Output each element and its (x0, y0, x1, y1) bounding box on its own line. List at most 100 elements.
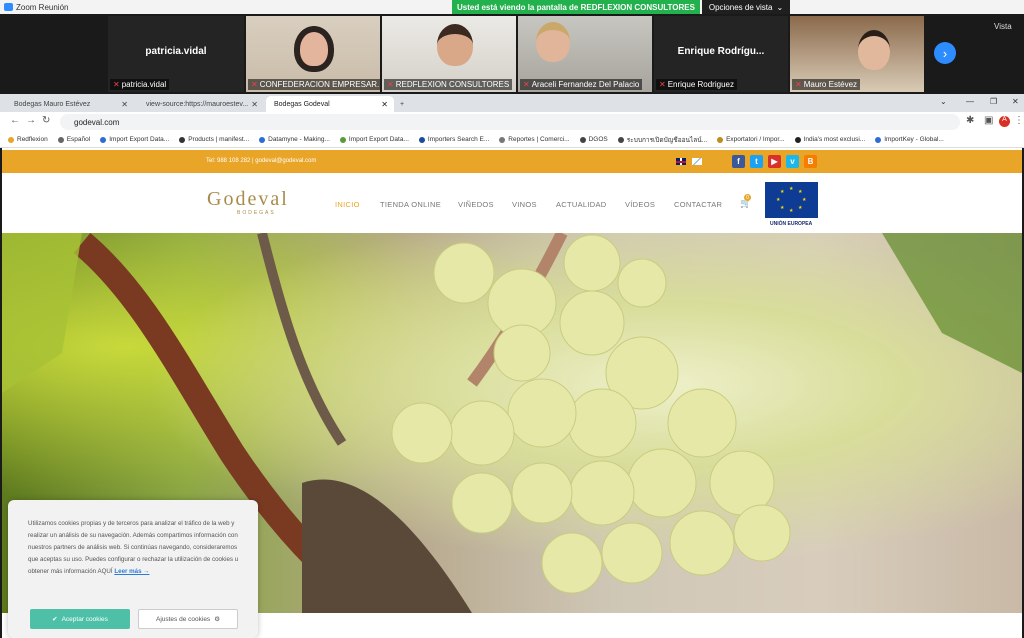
participant-tile[interactable]: Enrique Rodrígu... ✕ Enrique Rodriguez (654, 16, 788, 92)
bookmark-item[interactable]: India's most exclusi... (794, 136, 865, 143)
eu-label: UNIÓN EUROPEA (770, 221, 813, 227)
muted-mic-icon: ✕ (523, 80, 530, 89)
site-logo-sub: BODEGAS (237, 210, 276, 216)
settings-label: Ajustes de cookies (155, 615, 211, 623)
muted-mic-icon: ✕ (795, 80, 802, 89)
nav-videos[interactable]: VÍDEOS (625, 200, 655, 209)
blogger-icon[interactable]: B (804, 155, 817, 168)
read-more-link[interactable]: Leer más → (114, 568, 149, 575)
check-icon: ✔ (52, 616, 58, 623)
restore-icon[interactable]: ❐ (990, 97, 997, 106)
view-right-label: Vista (994, 22, 1012, 31)
gear-icon: ⚙ (214, 616, 221, 623)
bookmark-item[interactable]: Exportatori / Impor... (717, 136, 785, 143)
galician-flag-icon[interactable] (692, 158, 702, 165)
participant-tile[interactable]: patricia.vidal ✕ patricia.vidal (108, 16, 244, 92)
site-header: Godeval BODEGAS INICIO TIENDA ONLINE VIÑ… (2, 173, 1022, 233)
participant-label: ✕ patricia.vidal (110, 79, 170, 90)
nav-contactar[interactable]: CONTACTAR (674, 200, 722, 209)
muted-mic-icon: ✕ (251, 80, 258, 89)
close-icon[interactable]: ✕ (381, 100, 388, 109)
site-logo[interactable]: Godeval (207, 188, 289, 211)
participant-label: ✕ Araceli Fernandez Del Palacio (520, 79, 643, 90)
bookmark-item[interactable]: ImportKey - Global... (875, 136, 944, 143)
muted-mic-icon: ✕ (387, 80, 394, 89)
forward-icon[interactable]: → (26, 115, 36, 126)
participant-video (858, 30, 890, 70)
tab-title: Bodegas Mauro Estévez (14, 100, 91, 108)
participant-tile[interactable]: ✕ Mauro Estévez (790, 16, 924, 92)
participant-tile[interactable]: ✕ REDFLEXION CONSULTORES (382, 16, 516, 92)
nav-actualidad[interactable]: ACTUALIDAD (556, 200, 607, 209)
facebook-icon[interactable]: f (732, 155, 745, 168)
nav-tienda-online[interactable]: TIENDA ONLINE (380, 200, 441, 209)
participant-label: ✕ Mauro Estévez (792, 79, 861, 90)
twitter-icon[interactable]: t (750, 155, 763, 168)
participant-tile[interactable]: ✕ Araceli Fernandez Del Palacio (518, 16, 652, 92)
view-options-label: Opciones de vista (708, 2, 773, 12)
browser-tab[interactable]: Bodegas Mauro Estévez ✕ (6, 96, 134, 112)
close-icon[interactable]: ✕ (251, 100, 258, 109)
bookmark-item[interactable]: Import Export Data... (339, 136, 409, 143)
bookmarks-bar: Redflexion Español Import Export Data...… (0, 132, 1024, 148)
back-icon[interactable]: ← (10, 115, 20, 126)
menu-icon[interactable]: ⋮ (1014, 115, 1024, 126)
browser-tab[interactable]: view-source:https://mauroestev... ✕ (138, 96, 264, 112)
bookmark-item[interactable]: Reportes | Comerci... (499, 136, 570, 143)
participant-video (294, 26, 334, 72)
bookmark-item[interactable]: Datamyne - Making... (259, 136, 330, 143)
website-viewport: Tel: 988 108 282 | godeval@godeval.com f… (2, 148, 1022, 638)
bookmark-item[interactable]: Import Export Data... (100, 136, 169, 143)
accept-label: Aceptar cookies (61, 615, 108, 623)
url-bar[interactable]: godeval.com (60, 114, 960, 130)
browser-tab-active[interactable]: Bodegas Godeval ✕ (266, 96, 394, 112)
tab-search-icon[interactable]: ⌄ (940, 97, 947, 106)
nav-vinos[interactable]: VINOS (512, 200, 537, 209)
accept-cookies-button[interactable]: ✔ Aceptar cookies (30, 609, 130, 629)
close-window-icon[interactable]: ✕ (1012, 97, 1019, 106)
bookmark-item[interactable]: DGOS (579, 136, 608, 143)
uk-flag-icon[interactable] (676, 158, 686, 165)
view-options-button[interactable]: Opciones de vista ⌄ (702, 0, 790, 14)
address-row: ← → ↻ godeval.com ✱ ▣ A ⋮ (0, 112, 1024, 132)
cart-count-badge: 0 (744, 194, 751, 201)
participant-label: ✕ Enrique Rodriguez (656, 79, 737, 90)
participant-tile[interactable]: ✕ CONFEDERACION EMPRESAR... (246, 16, 380, 92)
cookie-settings-button[interactable]: Ajustes de cookies ⚙ (138, 609, 238, 629)
contact-info: Tel: 988 108 282 | godeval@godeval.com (206, 158, 317, 164)
reload-icon[interactable]: ↻ (42, 115, 50, 126)
cookie-banner: Utilizamos cookies propias y de terceros… (8, 500, 258, 638)
nav-vinedos[interactable]: VIÑEDOS (458, 200, 494, 209)
participant-name: patricia.vidal (145, 46, 207, 57)
close-icon[interactable]: ✕ (121, 100, 128, 109)
next-page-button[interactable]: › (934, 42, 956, 64)
bookmark-item[interactable]: Importers Search E... (418, 136, 489, 143)
tab-title: Bodegas Godeval (274, 100, 330, 108)
zoom-window-title: Zoom Reunión (16, 2, 69, 12)
profile-avatar[interactable]: A (999, 116, 1010, 127)
participant-label: ✕ CONFEDERACION EMPRESAR... (248, 79, 380, 90)
url-text: godeval.com (74, 117, 120, 127)
bookmark-item[interactable]: ระบบการเปิดบัญชีออนไลน์... (617, 135, 707, 145)
new-tab-button[interactable]: + (396, 96, 412, 112)
minimize-icon[interactable]: — (966, 97, 974, 106)
browser-tab-bar: Bodegas Mauro Estévez ✕ view-source:https… (0, 94, 1024, 112)
participant-strip: patricia.vidal ✕ patricia.vidal ✕ CONFEDER… (0, 14, 1024, 94)
chevron-right-icon: › (942, 45, 948, 61)
sidebar-icon[interactable]: ▣ (984, 115, 993, 126)
muted-mic-icon: ✕ (659, 80, 666, 89)
bookmark-item[interactable]: Español (57, 136, 90, 143)
bookmark-item[interactable]: Redflexion (8, 136, 48, 143)
eu-flag-logo: ★ ★ ★ ★ ★ ★ ★ ★ (765, 182, 818, 218)
vimeo-icon[interactable]: v (786, 155, 799, 168)
nav-inicio[interactable]: INICIO (335, 200, 360, 209)
youtube-icon[interactable]: ▶ (768, 155, 781, 168)
participant-video (437, 24, 473, 66)
participant-label: ✕ REDFLEXION CONSULTORES (384, 79, 513, 90)
participant-name: Enrique Rodrígu... (677, 46, 765, 57)
bookmark-item[interactable]: Products | manifest... (179, 136, 249, 143)
extensions-icon[interactable]: ✱ (966, 115, 974, 126)
top-contact-bar: Tel: 988 108 282 | godeval@godeval.com f… (2, 150, 1022, 173)
participant-video (536, 22, 570, 62)
zoom-app-icon (4, 3, 13, 11)
